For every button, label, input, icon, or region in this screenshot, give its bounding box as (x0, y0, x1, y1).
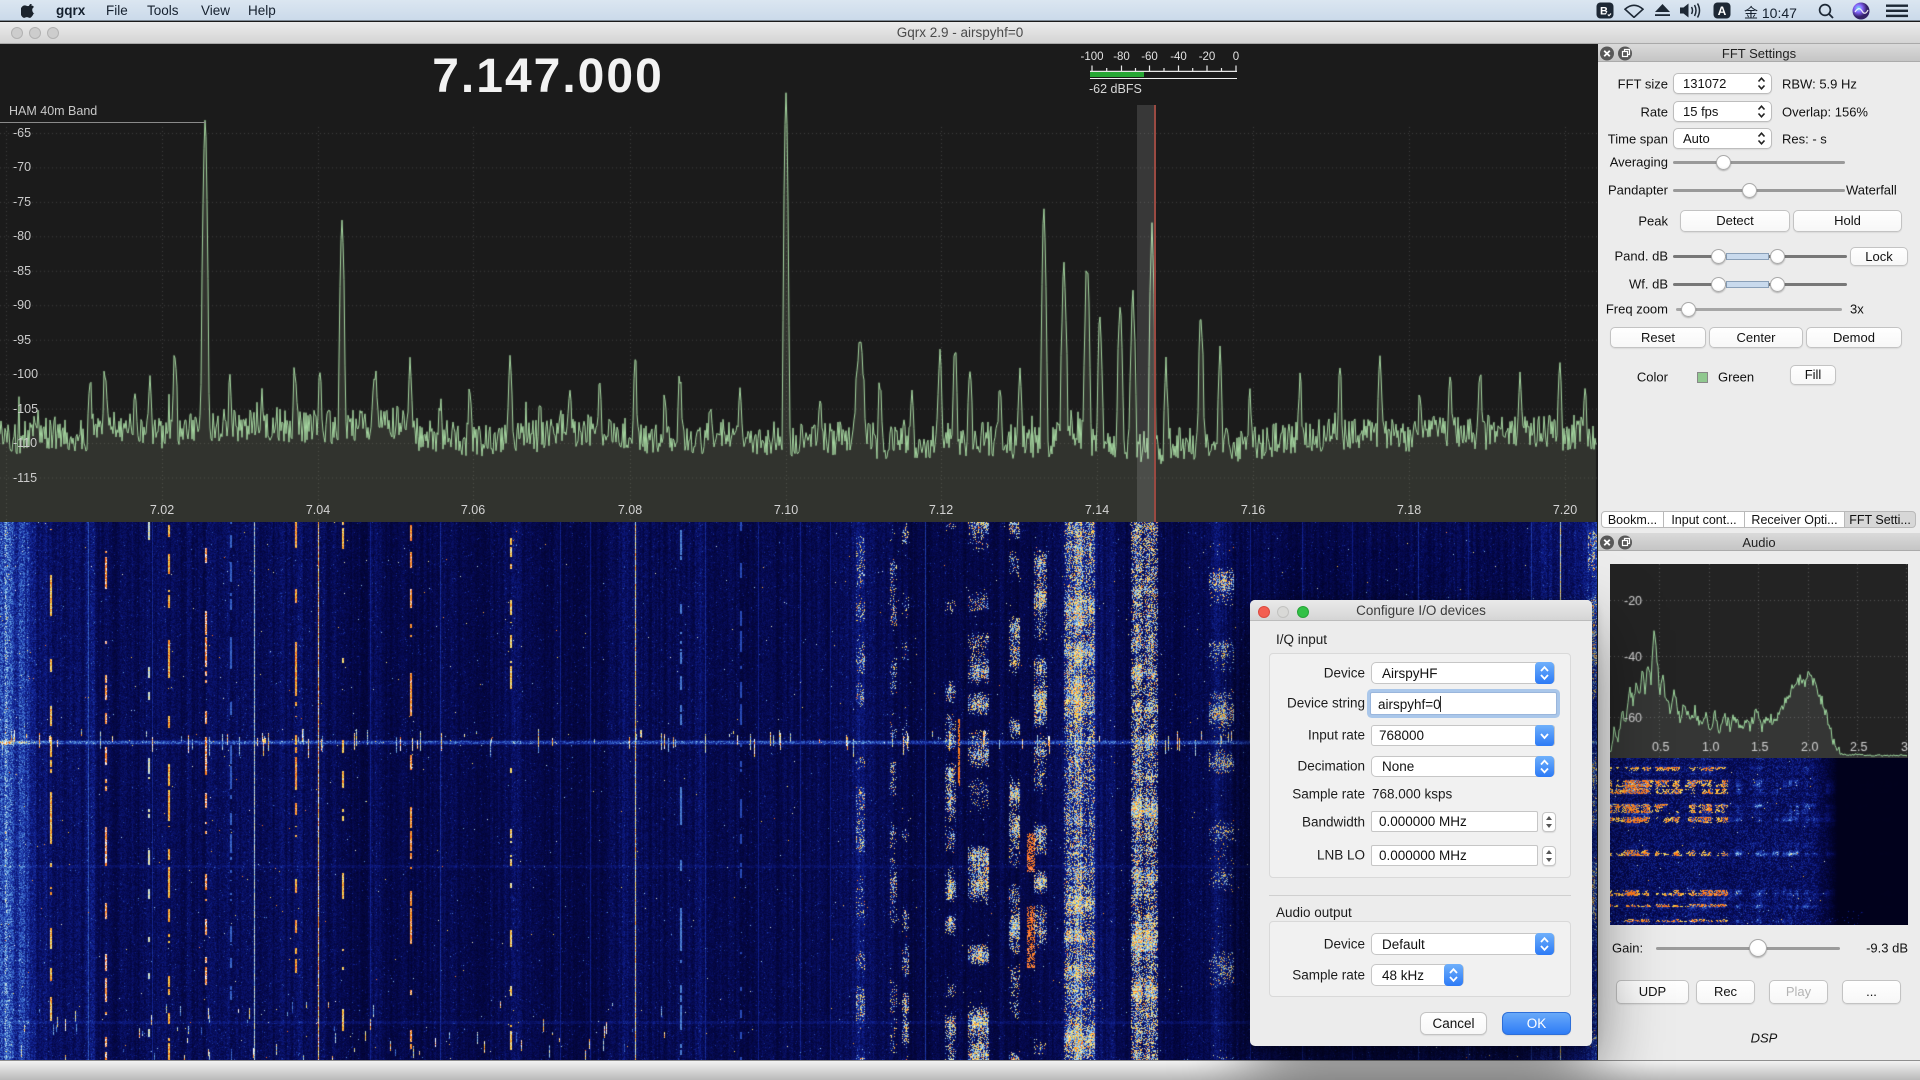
svg-text:A: A (1718, 4, 1727, 18)
